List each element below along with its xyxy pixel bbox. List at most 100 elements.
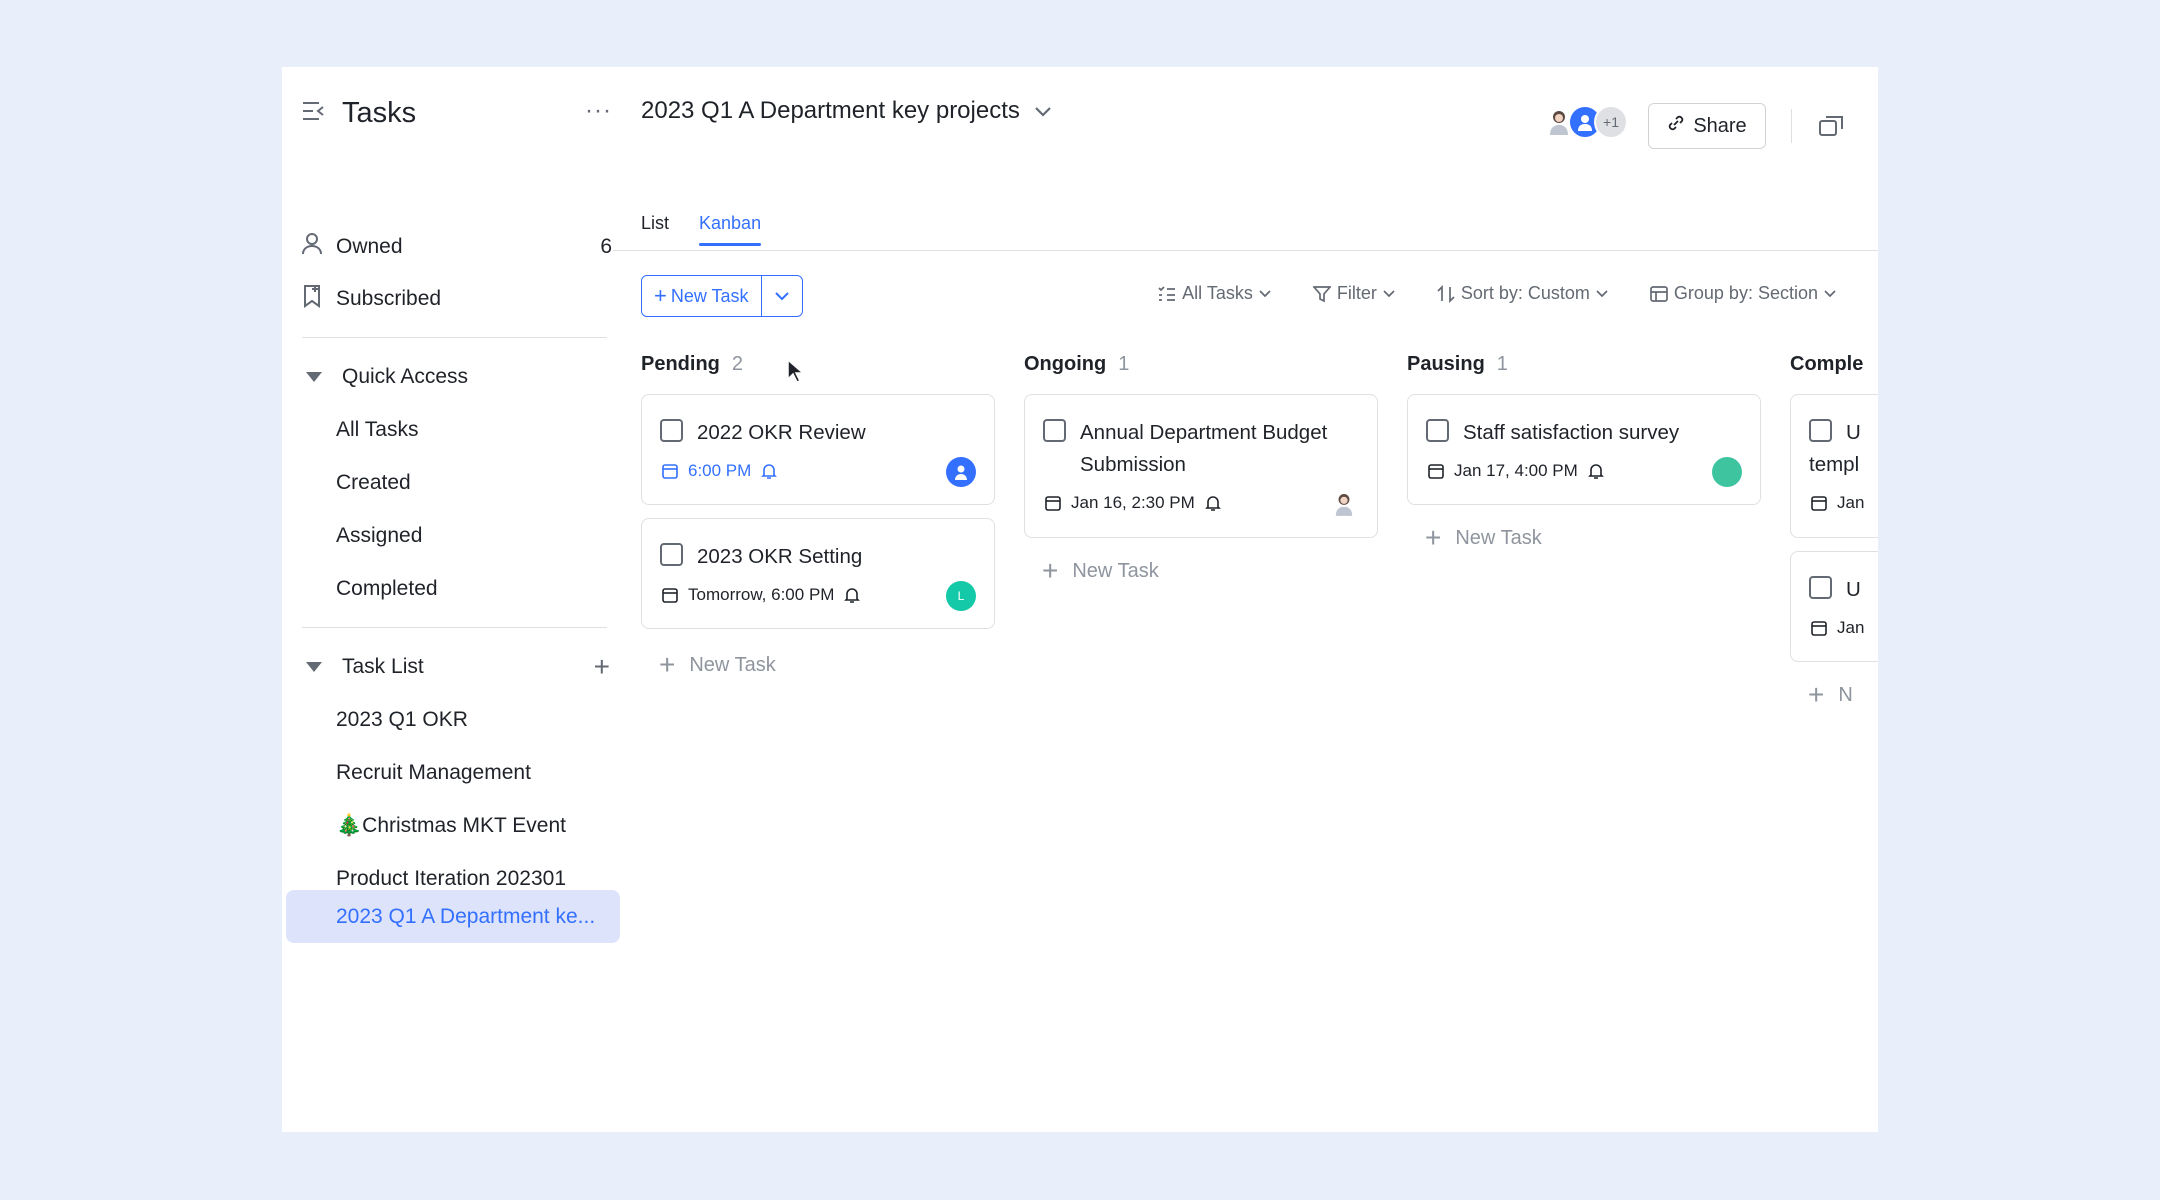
task-due: 6:00 PM xyxy=(662,461,778,481)
add-task-list-icon[interactable]: + xyxy=(594,651,610,683)
task-card[interactable]: Staff satisfaction survey Jan 17, 4:00 P… xyxy=(1407,394,1761,505)
sidebar-item-2023-q1-okr[interactable]: 2023 Q1 OKR xyxy=(336,700,616,740)
group-dropdown[interactable]: Group by: Section xyxy=(1650,283,1842,304)
column-header: Comple xyxy=(1790,349,1878,379)
section-label: Quick Access xyxy=(342,365,469,388)
sidebar-item-department-key-projects[interactable]: 2023 Q1 A Department ke... xyxy=(286,890,620,943)
add-task-label: New Task xyxy=(689,653,776,676)
filter-icon xyxy=(1312,285,1331,302)
share-button[interactable]: Share xyxy=(1648,103,1766,149)
kanban-column-pausing: Pausing 1 Staff satisfaction survey Jan … xyxy=(1407,349,1761,553)
more-options-icon[interactable]: ··· xyxy=(585,97,612,125)
open-in-window-icon[interactable] xyxy=(1818,115,1844,142)
bell-icon xyxy=(761,464,778,479)
sidebar-item-christmas-mkt-event[interactable]: 🎄Christmas MKT Event xyxy=(336,806,616,846)
sort-dropdown[interactable]: Sort by: Custom xyxy=(1437,283,1614,304)
calendar-icon xyxy=(1811,496,1827,511)
task-due: Jan xyxy=(1811,618,1874,638)
project-title[interactable]: 2023 Q1 A Department key projects xyxy=(641,97,1052,125)
add-task-button[interactable]: + N xyxy=(1808,679,1853,711)
add-task-button[interactable]: + New Task xyxy=(659,649,776,681)
add-task-label: New Task xyxy=(1455,526,1542,549)
tab-list[interactable]: List xyxy=(641,213,669,246)
plus-icon: + xyxy=(659,649,676,680)
calendar-icon xyxy=(1811,621,1827,636)
add-task-label: N xyxy=(1838,683,1853,706)
bell-icon xyxy=(1587,464,1604,479)
assignee-avatar[interactable] xyxy=(1712,457,1742,487)
sidebar-item-recruit-management[interactable]: Recruit Management xyxy=(336,753,616,793)
task-title: Annual Department Budget Submission xyxy=(1080,421,1328,476)
list-filter-icon xyxy=(1158,285,1176,301)
assignee-avatar[interactable] xyxy=(946,457,976,487)
due-text: Jan 17, 4:00 PM xyxy=(1454,461,1578,480)
sidebar-divider xyxy=(302,627,607,628)
sidebar-item-owned[interactable]: Owned 6 xyxy=(302,227,612,267)
sort-icon xyxy=(1437,284,1455,303)
task-checkbox[interactable] xyxy=(1809,419,1832,442)
filter-dropdown[interactable]: Filter xyxy=(1312,283,1401,304)
sidebar-item-completed[interactable]: Completed xyxy=(336,569,616,609)
new-task-button[interactable]: + New Task xyxy=(642,276,762,316)
add-task-button[interactable]: + New Task xyxy=(1042,555,1159,587)
task-title: U xyxy=(1846,421,1861,444)
task-checkbox[interactable] xyxy=(660,419,683,442)
chevron-down-icon xyxy=(774,292,789,301)
sidebar-item-created[interactable]: Created xyxy=(336,463,616,503)
new-task-dropdown-button[interactable] xyxy=(762,276,802,316)
task-card[interactable]: 2023 OKR Setting Tomorrow, 6:00 PM L xyxy=(641,518,995,629)
all-tasks-dropdown[interactable]: All Tasks xyxy=(1158,283,1277,304)
task-checkbox[interactable] xyxy=(1426,419,1449,442)
calendar-icon xyxy=(1045,496,1061,511)
chevron-down-icon xyxy=(1596,289,1608,297)
header-divider xyxy=(1791,109,1792,143)
bookmark-icon xyxy=(302,284,322,314)
task-due: Tomorrow, 6:00 PM xyxy=(662,585,861,605)
group-label: Group by: Section xyxy=(1673,283,1818,303)
sort-label: Sort by: Custom xyxy=(1460,283,1590,303)
task-title: 2022 OKR Review xyxy=(697,421,866,444)
task-list-header[interactable]: Task List + xyxy=(302,647,612,687)
task-card[interactable]: U Jan xyxy=(1790,551,1878,662)
assignee-avatar[interactable] xyxy=(1329,489,1359,519)
member-avatars[interactable]: +1 xyxy=(1542,105,1628,139)
kanban-toolbar: All Tasks Filter Sort by: Custom Group b… xyxy=(1122,283,1842,304)
assignee-avatar[interactable]: L xyxy=(946,581,976,611)
tab-kanban[interactable]: Kanban xyxy=(699,213,762,246)
bell-icon xyxy=(844,588,861,603)
sidebar-header: Tasks ··· xyxy=(302,91,612,135)
column-header: Ongoing 1 xyxy=(1024,349,1378,379)
chevron-down-icon[interactable] xyxy=(1034,97,1052,125)
task-title: U xyxy=(1846,578,1861,601)
plus-icon: + xyxy=(1425,522,1442,553)
task-card[interactable]: U templ Jan xyxy=(1790,394,1878,538)
sidebar-divider xyxy=(302,337,607,338)
add-task-button[interactable]: + New Task xyxy=(1425,522,1542,554)
quick-access-header[interactable]: Quick Access xyxy=(302,357,612,397)
tasks-app-window: Tasks ··· Owned 6 Subscribed Quick Acces… xyxy=(282,67,1878,1132)
task-checkbox[interactable] xyxy=(660,543,683,566)
due-text: Jan xyxy=(1837,618,1865,637)
task-title-continued: templ xyxy=(1809,453,1860,476)
column-header: Pausing 1 xyxy=(1407,349,1761,379)
task-card[interactable]: Annual Department Budget Submission Jan … xyxy=(1024,394,1378,538)
task-card[interactable]: 2022 OKR Review 6:00 PM xyxy=(641,394,995,505)
bell-icon xyxy=(1204,496,1221,511)
sidebar-item-subscribed[interactable]: Subscribed xyxy=(302,279,612,319)
calendar-icon xyxy=(662,464,678,479)
due-text: Tomorrow, 6:00 PM xyxy=(688,585,835,604)
task-checkbox[interactable] xyxy=(1809,576,1832,599)
task-checkbox[interactable] xyxy=(1043,419,1066,442)
column-header: Pending 2 xyxy=(641,349,995,379)
caret-down-icon xyxy=(306,372,322,382)
user-icon xyxy=(302,233,322,261)
all-tasks-label: All Tasks xyxy=(1182,283,1253,303)
collapse-sidebar-icon[interactable] xyxy=(302,101,324,126)
mouse-cursor-icon xyxy=(787,358,804,383)
sidebar-item-all-tasks[interactable]: All Tasks xyxy=(336,410,616,450)
sidebar-item-assigned[interactable]: Assigned xyxy=(336,516,616,556)
caret-down-icon xyxy=(306,662,322,672)
sidebar-item-label: Owned xyxy=(336,235,403,258)
calendar-icon xyxy=(1428,464,1444,479)
task-title: Staff satisfaction survey xyxy=(1463,421,1680,444)
